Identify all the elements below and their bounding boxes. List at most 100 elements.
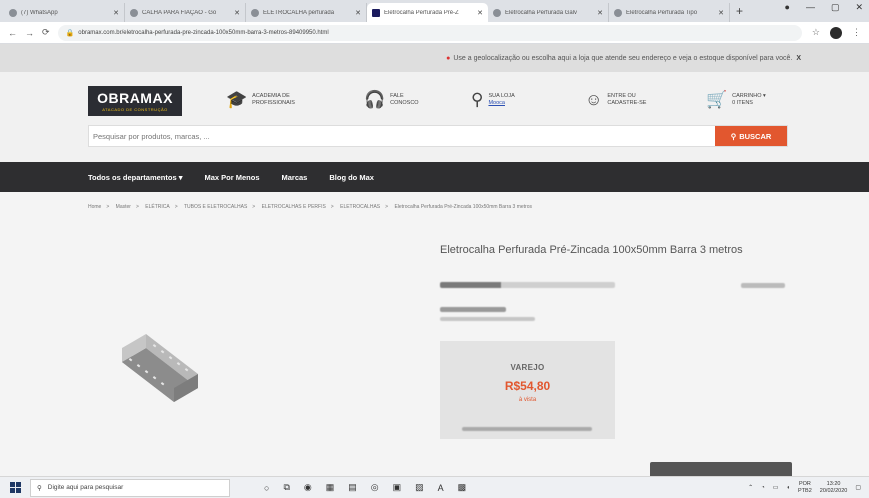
search-input[interactable] [89, 126, 715, 146]
share-link-blurred[interactable] [741, 282, 785, 288]
login-line1: ENTRE ou [607, 93, 636, 100]
geolocation-text[interactable]: Use a geolocalização ou escolha aqui a l… [453, 55, 792, 62]
cart-link[interactable]: 🛒 CARRINHO ▾ 0 itens [706, 90, 766, 110]
close-banner-button[interactable]: X [796, 55, 801, 62]
cortana-icon[interactable]: ○ [264, 483, 269, 493]
breadcrumb-item[interactable]: TUBOS E ELETROCALHAS [184, 204, 247, 210]
tab-title: (7) WhatsApp [21, 9, 58, 16]
store-name-link[interactable]: Mooca [488, 100, 505, 106]
breadcrumb-separator: > [252, 204, 256, 210]
back-icon[interactable]: ← [8, 28, 17, 38]
fale-line1: FALE [390, 93, 404, 100]
record-icon[interactable]: ● [785, 2, 790, 13]
tray-chevron-icon[interactable]: ⌃ [748, 484, 753, 491]
windows-logo-icon [9, 482, 21, 493]
breadcrumb-separator: > [135, 204, 139, 210]
notifications-icon[interactable]: ▢ [855, 484, 861, 491]
breadcrumb-current: Eletrocalha Perfurada Pré-Zincada 100x50… [394, 204, 533, 210]
app-icon[interactable]: ▩ [458, 482, 467, 493]
close-tab-icon[interactable]: ✕ [113, 9, 119, 17]
edge-icon[interactable]: ◉ [304, 482, 312, 493]
fale-conosco-link[interactable]: 🎧 FALE CONOSCO [364, 90, 419, 110]
window-controls: ● — ▢ ✕ [785, 2, 864, 13]
network-icon[interactable]: ◔ [761, 485, 765, 491]
language-indicator[interactable]: POR PTB2 [798, 481, 812, 494]
taskbar-apps: ○ ⧉ ◉ ▦ ▤ ◎ ▣ ▨ A ▩ [264, 482, 466, 493]
forward-icon[interactable]: → [25, 28, 34, 38]
login-line2: CADASTRE-SE [607, 100, 647, 106]
close-tab-icon[interactable]: ✕ [597, 9, 603, 17]
address-bar[interactable]: 🔒 obramax.com.br/eletrocalha-perfurada-p… [57, 24, 802, 41]
browser-tab-active[interactable]: Eletrocalha Perfurada Pré-Z ✕ [367, 3, 488, 22]
breadcrumb-separator: > [330, 204, 334, 210]
close-tab-icon[interactable]: ✕ [718, 9, 724, 17]
task-view-icon[interactable]: ⧉ [283, 482, 289, 493]
login-link[interactable]: ☺ ENTRE ou CADASTRE-SE [585, 90, 646, 110]
price-value: R$54,80 [504, 379, 551, 393]
file-explorer-icon[interactable]: ▤ [348, 482, 357, 493]
taskbar-search[interactable]: ⚲ Digite aqui para pesquisar [30, 478, 230, 497]
breadcrumb-item[interactable]: Home [88, 204, 101, 210]
product-rating-blurred [440, 307, 535, 321]
nav-marcas[interactable]: Marcas [282, 173, 308, 182]
clock[interactable]: 13:20 20/02/2020 [820, 481, 848, 494]
breadcrumb-item[interactable]: ELETROCALHAS E PERFIS [262, 204, 326, 210]
tab-title: ELETROCALHA perfurada [263, 9, 335, 16]
headset-icon: 🎧 [364, 90, 386, 109]
fale-line2: CONOSCO [390, 100, 419, 106]
url-text[interactable]: obramax.com.br/eletrocalha-perfurada-pre… [78, 30, 328, 36]
breadcrumb-separator: > [174, 204, 178, 210]
academia-link[interactable]: 🎓 ACADEMIA DE PROFISSIONAIS [226, 90, 295, 110]
close-tab-icon[interactable]: ✕ [234, 9, 240, 17]
close-tab-icon[interactable]: ✕ [355, 9, 361, 17]
price-suffix: à vista [518, 397, 537, 403]
site-favicon-icon [614, 8, 622, 17]
volume-icon[interactable]: ◖ [786, 485, 790, 491]
location-pin-icon: ● [446, 54, 451, 62]
nav-blog[interactable]: Blog do Max [329, 173, 374, 182]
keyboard-layout: PTB2 [798, 487, 812, 494]
nav-max-por-menos[interactable]: Max Por Menos [204, 173, 259, 182]
browser-tab[interactable]: Eletrocalha Perfurada Tipo ✕ [609, 3, 730, 22]
browser-tabstrip: (7) WhatsApp ✕ CALHA PARA FIAÇÃO - Go ✕ EL… [0, 0, 869, 22]
reload-icon[interactable]: ⟳ [42, 27, 50, 38]
maximize-button[interactable]: ▢ [831, 2, 840, 13]
close-window-button[interactable]: ✕ [855, 2, 863, 13]
breadcrumb-item[interactable]: Master [116, 204, 131, 210]
profile-avatar[interactable] [830, 26, 842, 39]
store-selector[interactable]: ⚲ SUA LOJA Mooca [471, 90, 515, 110]
time: 13:20 [826, 480, 841, 487]
start-button[interactable] [0, 477, 30, 498]
lock-icon[interactable]: 🔒 [66, 29, 75, 37]
browser-tab[interactable]: ELETROCALHA perfurada ✕ [246, 3, 367, 22]
search-button[interactable]: ⚲ BUSCAR [715, 126, 787, 146]
nav-all-departments[interactable]: Todos os departamentos ▾ [88, 173, 182, 182]
obramax-logo[interactable]: OBRAMAX ATACADO DE CONSTRUÇÃO [88, 86, 182, 116]
product-reference-row [440, 282, 785, 288]
star-icon[interactable]: ☆ [812, 27, 820, 38]
breadcrumb: Home > Master > ELÉTRICA > TUBOS E ELETROCA… [88, 204, 532, 210]
browser-tab[interactable]: Eletrocalha Perfurada Galv ✕ [488, 3, 609, 22]
taskbar-search-placeholder: Digite aqui para pesquisar [47, 484, 124, 491]
battery-icon[interactable]: ▭ [773, 484, 779, 491]
browser-tab[interactable]: CALHA PARA FIAÇÃO - Go ✕ [125, 3, 246, 22]
product-image[interactable] [118, 328, 202, 404]
menu-icon[interactable]: ⋮ [852, 27, 861, 38]
tab-title: Eletrocalha Perfurada Tipo [626, 9, 698, 16]
add-to-cart-button[interactable] [650, 462, 792, 476]
chrome-icon[interactable]: ◎ [371, 482, 379, 493]
google-icon [251, 8, 259, 17]
app-icon[interactable]: ▣ [393, 482, 402, 493]
font-app-icon[interactable]: A [438, 483, 444, 493]
store-icon[interactable]: ▦ [326, 482, 335, 493]
photos-icon[interactable]: ▨ [415, 482, 424, 493]
breadcrumb-item[interactable]: ELÉTRICA [145, 204, 169, 210]
rating-stars-blurred[interactable] [440, 307, 506, 312]
category-nav: Todos os departamentos ▾ Max Por Menos M… [0, 162, 869, 192]
whatsapp-icon [9, 8, 17, 17]
browser-tab[interactable]: (7) WhatsApp ✕ [4, 3, 125, 22]
breadcrumb-item[interactable]: ELETROCALHAS [340, 204, 380, 210]
close-tab-icon[interactable]: ✕ [477, 9, 483, 17]
minimize-button[interactable]: — [806, 2, 815, 13]
new-tab-button[interactable]: + [736, 4, 743, 18]
